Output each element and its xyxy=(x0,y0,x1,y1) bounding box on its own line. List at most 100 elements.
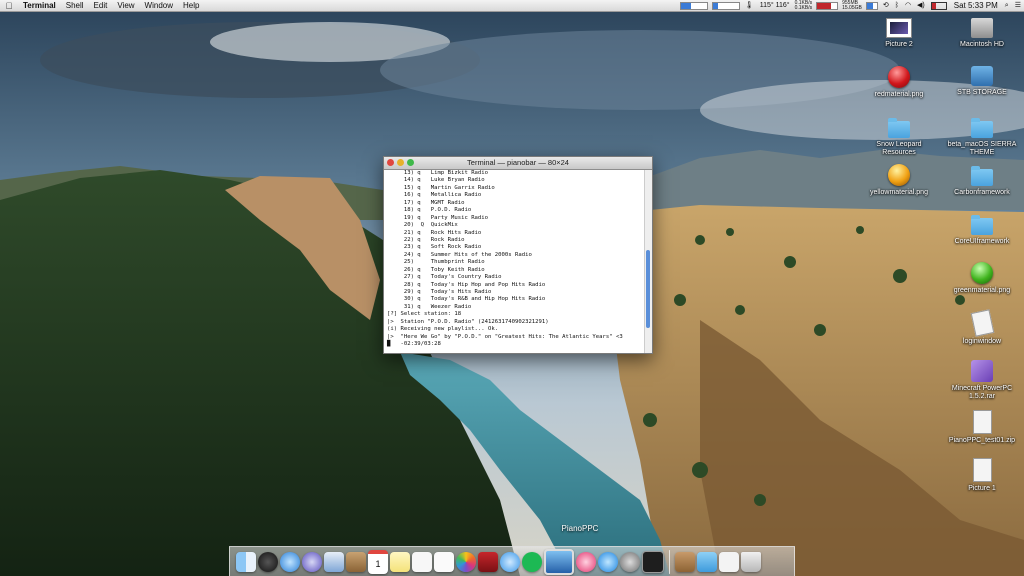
app-store-icon[interactable] xyxy=(598,551,618,572)
desktop-icon-label: Macintosh HD xyxy=(960,41,1004,48)
desktop-icon-label: greenmaterial.png xyxy=(953,287,1011,294)
desktop-icon-redmaterial[interactable]: redmaterial.png xyxy=(863,66,935,99)
bar-meter[interactable] xyxy=(865,1,878,10)
battery-icon[interactable] xyxy=(930,1,947,10)
terminal-window[interactable]: Terminal — pianobar — 80×24 13) q Limp B… xyxy=(383,156,653,354)
dock-hover-label: PianoPPC xyxy=(561,524,599,533)
downloads-folder-icon[interactable] xyxy=(697,551,717,572)
messages-icon[interactable] xyxy=(500,551,520,572)
desktop-icon-picture-2[interactable]: Picture 2 xyxy=(863,18,935,49)
apple-icon[interactable]:  xyxy=(0,1,18,11)
desktop-icon-pianoppc-zip[interactable]: PianoPPC_test01.zip xyxy=(946,410,1018,445)
scrollbar-thumb[interactable] xyxy=(646,250,650,328)
system-preferences-icon[interactable] xyxy=(620,551,640,572)
clock[interactable]: Sat 5:33 PM xyxy=(950,0,1002,11)
close-button[interactable] xyxy=(387,159,394,166)
terminal-line: 21) q Rock Hits Radio xyxy=(387,229,482,236)
archive-icon xyxy=(971,360,993,382)
desktop-icon-picture-1[interactable]: Picture 1 xyxy=(946,458,1018,493)
terminal-titlebar[interactable]: Terminal — pianobar — 80×24 xyxy=(384,157,652,170)
terminal-line: 26) q Toby Keith Radio xyxy=(387,266,485,273)
reminders-icon[interactable] xyxy=(434,551,454,572)
textedit-icon[interactable] xyxy=(412,551,432,572)
network-readout[interactable]: 0.1KB/s 0.1KB/s xyxy=(793,0,815,11)
desktop-icon-label: Picture 2 xyxy=(885,41,913,48)
desktop-icon-stb-storage[interactable]: STB STORAGE xyxy=(946,66,1018,97)
gpu-meter[interactable] xyxy=(711,1,740,10)
status-menus: 🌡 115° 116° 0.1KB/s 0.1KB/s 955MB 15.05G… xyxy=(678,0,1024,11)
thermometer-icon[interactable]: 🌡 xyxy=(742,0,757,11)
terminal-scrollbar[interactable] xyxy=(644,170,652,353)
safari-icon[interactable] xyxy=(280,551,300,572)
desktop-icon-label: Picture 1 xyxy=(968,485,996,492)
dashboard-icon[interactable] xyxy=(258,551,278,572)
desktop-icon-carbonframework[interactable]: Carbonframework xyxy=(946,164,1018,197)
spotlight-search-icon[interactable]: ⌕ xyxy=(1002,0,1012,11)
terminal-line: 30) q Today's R&B and Hip Hop Hits Radio xyxy=(387,296,546,303)
menu-window[interactable]: Window xyxy=(140,0,178,11)
notification-center-icon[interactable]: ☰ xyxy=(1012,0,1024,11)
bluetooth-icon[interactable]: ᛒ xyxy=(892,0,902,11)
zoom-button[interactable] xyxy=(407,159,414,166)
folder-icon xyxy=(971,118,993,138)
network-down: 0.1KB/s xyxy=(794,4,813,11)
notes-icon[interactable] xyxy=(390,551,410,572)
menu-edit[interactable]: Edit xyxy=(89,0,113,11)
photos-icon[interactable] xyxy=(456,551,476,572)
desktop-icon-macintosh-hd[interactable]: Macintosh HD xyxy=(946,18,1018,49)
itunes-icon[interactable] xyxy=(576,551,596,572)
desktop-icon-greenmaterial[interactable]: greenmaterial.png xyxy=(946,262,1018,295)
preview-icon[interactable] xyxy=(324,551,344,572)
minimize-button[interactable] xyxy=(397,159,404,166)
desktop-icon-label: STB STORAGE xyxy=(957,89,1007,96)
folder-icon[interactable] xyxy=(675,551,695,572)
contacts-icon[interactable] xyxy=(346,551,366,572)
volume-icon[interactable]: ◀) xyxy=(914,0,928,11)
terminal-icon[interactable] xyxy=(642,550,664,573)
desktop-icon-label: CoreUIframework xyxy=(954,238,1010,245)
red-orb-icon xyxy=(888,66,910,88)
menu-view[interactable]: View xyxy=(112,0,139,11)
menu-help[interactable]: Help xyxy=(178,0,204,11)
desktop-icon-snow-leopard-resources[interactable]: Snow Leopard Resources xyxy=(863,116,935,157)
photobooth-icon[interactable] xyxy=(478,551,498,572)
yellow-orb-icon xyxy=(888,164,910,186)
desktop-icon-yellowmaterial[interactable]: yellowmaterial.png xyxy=(863,164,935,197)
terminal-line: |> "Here We Go" by "P.O.D." on "Greatest… xyxy=(387,333,623,340)
menu-terminal[interactable]: Terminal xyxy=(18,0,61,11)
desktop-icon-label: yellowmaterial.png xyxy=(870,189,928,196)
document-icon xyxy=(970,309,994,337)
dock: 1 xyxy=(229,546,795,576)
terminal-line: [?] Select station: 18 xyxy=(387,311,462,318)
desktop-icon-label: redmaterial.png xyxy=(874,91,924,98)
spotify-icon[interactable] xyxy=(522,551,542,572)
memory-readout[interactable]: 955MB 15.05GB xyxy=(840,0,864,11)
calendar-icon[interactable]: 1 xyxy=(368,549,388,574)
desktop-icon-coreuiframework[interactable]: CoreUIframework xyxy=(946,213,1018,246)
disk-meter[interactable] xyxy=(816,1,839,10)
menu-bar:  Terminal Shell Edit View Window Help 🌡… xyxy=(0,0,1024,12)
desktop-icon-sierra-theme[interactable]: beta_macOS SIERRA THEME xyxy=(946,116,1018,157)
desktop-icon-label: Snow Leopard Resources xyxy=(876,141,922,156)
pianoppc-monitor-icon[interactable] xyxy=(544,548,574,575)
terminal-line: 18) q P.O.D. Radio xyxy=(387,207,472,214)
cpu-meter[interactable] xyxy=(679,1,708,10)
desktop-icon-loginwindow[interactable]: loginwindow xyxy=(946,309,1018,346)
menu-shell[interactable]: Shell xyxy=(61,0,89,11)
folder-icon xyxy=(971,215,993,235)
finder-icon[interactable] xyxy=(236,551,256,572)
terminal-line: 29) q Today's Hits Radio xyxy=(387,289,492,295)
launchpad-icon[interactable] xyxy=(302,551,322,572)
desktop-icon-label: Minecraft PowerPC 1.5.2.rar xyxy=(951,385,1013,400)
desktop-icon-minecraft-rar[interactable]: Minecraft PowerPC 1.5.2.rar xyxy=(946,360,1018,401)
temperature-readout[interactable]: 115° 116° xyxy=(757,0,793,11)
time-machine-icon[interactable]: ⟲ xyxy=(880,0,892,11)
trash-icon[interactable] xyxy=(741,551,761,572)
terminal-line: 28) q Today's Hip Hop and Pop Hits Radio xyxy=(387,281,546,288)
wifi-icon[interactable]: ◠ xyxy=(902,0,914,11)
desktop-icon-label: beta_macOS SIERRA THEME xyxy=(947,141,1017,156)
terminal-line: 23) q Soft Rock Radio xyxy=(387,244,482,251)
folder-icon xyxy=(971,166,993,186)
terminal-output[interactable]: 13) q Limp Bizkit Radio 14) q Luke Bryan… xyxy=(384,170,647,353)
zip-icon[interactable] xyxy=(719,551,739,572)
